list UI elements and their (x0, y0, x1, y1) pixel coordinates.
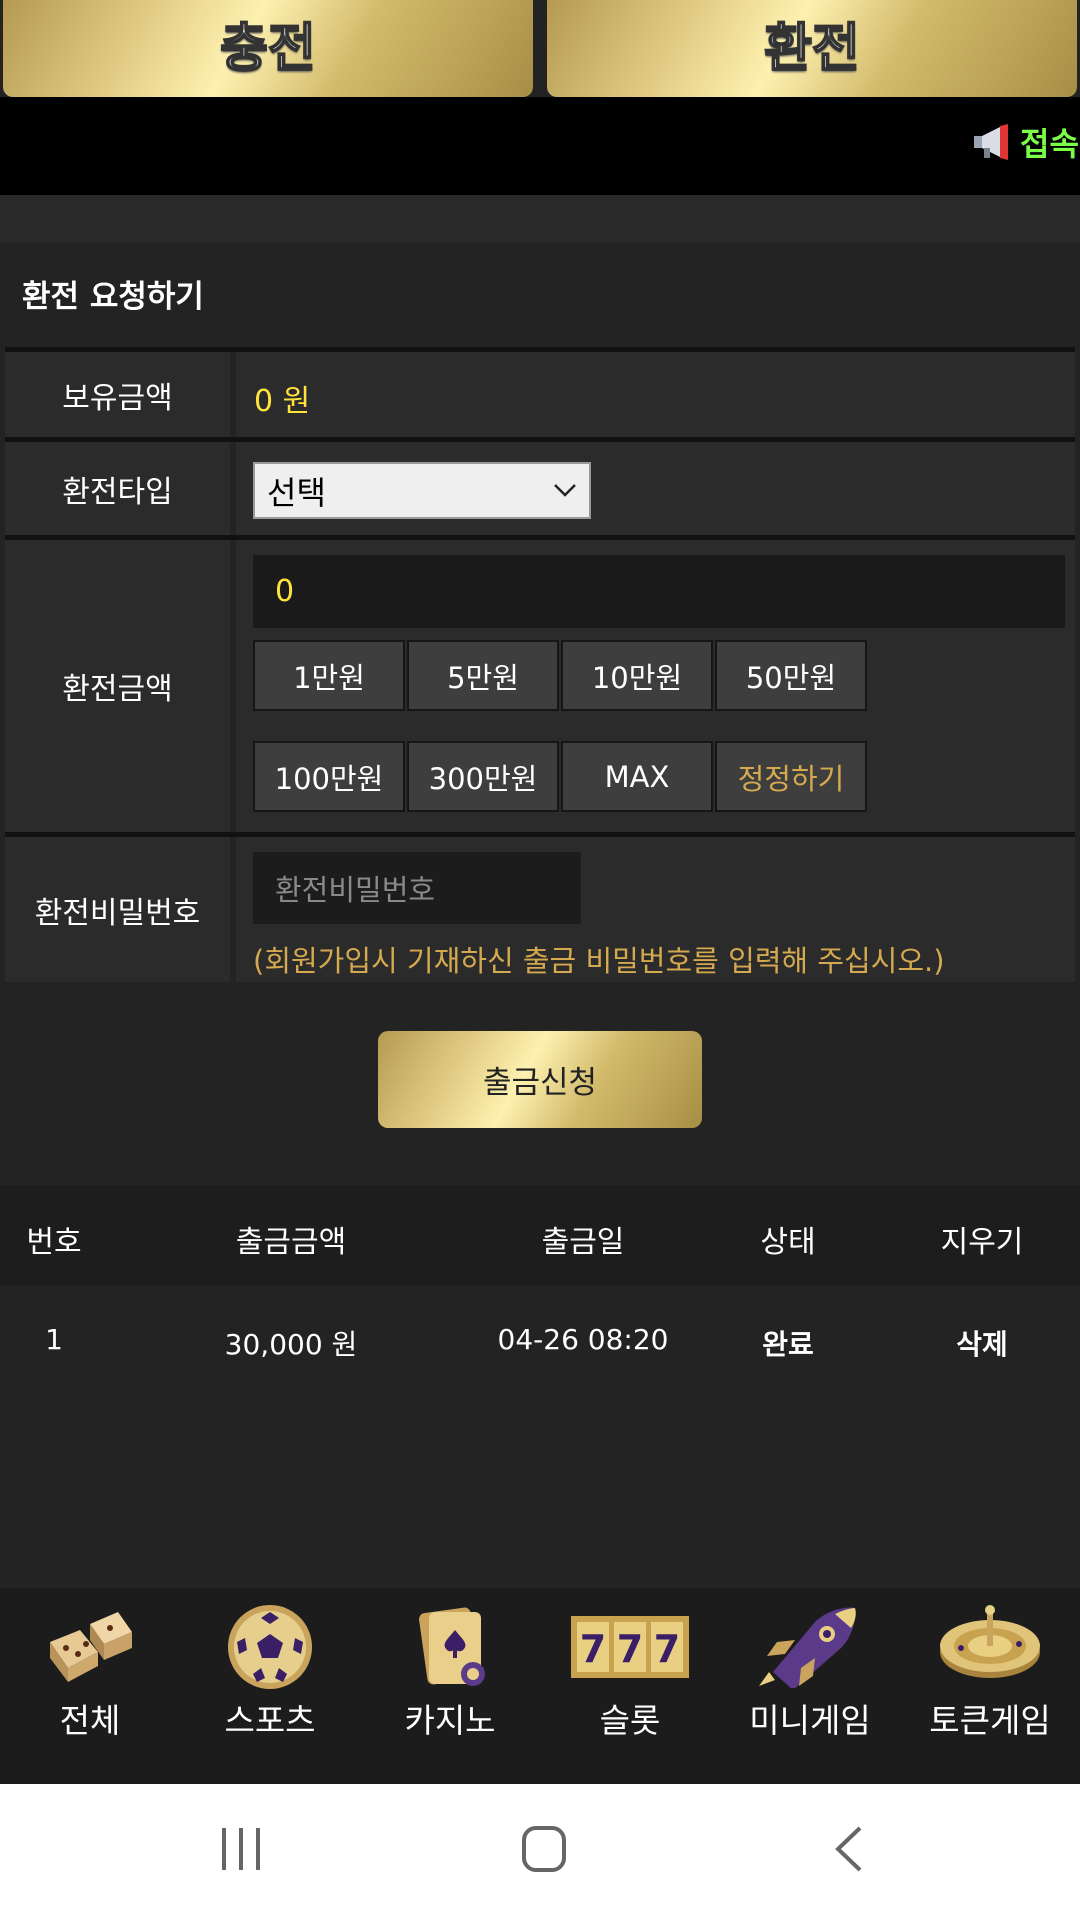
nav-sports[interactable]: 스포츠 (180, 1588, 360, 1784)
recent-apps-icon[interactable] (218, 1824, 264, 1874)
nav-minigame[interactable]: 미니게임 (720, 1588, 900, 1784)
balance-value: 0 원 (254, 384, 311, 419)
exchange-password-row: 환전비밀번호 환전비밀번호 (회원가입시 기재하신 출금 비밀번호를 입력해 주… (5, 832, 1075, 982)
chip-1m-button[interactable]: 100만원 (253, 741, 405, 812)
nav-token-game[interactable]: 토큰게임 (900, 1588, 1080, 1784)
exchange-type-label: 환전타입 (5, 442, 230, 535)
password-hint: (회원가입시 기재하신 출금 비밀번호를 입력해 주십시오.) (253, 944, 945, 978)
row-status: 완료 (762, 1328, 814, 1361)
notice-marquee: 접속 (0, 97, 1080, 195)
nav-all[interactable]: 전체 (0, 1588, 180, 1784)
rocket-icon (759, 1607, 856, 1688)
exchange-amount-row: 환전금액 0 1만원 5만원 10만원 50만원 100만원 300만원 MAX… (5, 535, 1075, 832)
header-status: 상태 (760, 1225, 816, 1260)
tab-charge[interactable]: 충전 (3, 0, 533, 97)
nav-sports-label: 스포츠 (224, 1701, 316, 1740)
row-date: 04-26 08:20 (497, 1323, 669, 1356)
system-navigation-bar (0, 1784, 1080, 1920)
exchange-type-selected: 선택 (267, 473, 326, 512)
back-icon[interactable] (830, 1824, 866, 1874)
row-number: 1 (45, 1323, 63, 1356)
chip-50k-button[interactable]: 5만원 (407, 640, 559, 711)
row-amount: 30,000 원 (224, 1328, 358, 1361)
withdraw-request-button[interactable]: 출금신청 (378, 1031, 702, 1128)
header-number: 번호 (26, 1225, 82, 1260)
exchange-amount-label: 환전금액 (5, 540, 230, 832)
home-icon[interactable] (520, 1824, 568, 1874)
tab-exchange[interactable]: 환전 (547, 0, 1077, 97)
soccer-ball-icon (228, 1605, 312, 1689)
svg-text:7: 7 (654, 1627, 680, 1671)
chip-500k-button[interactable]: 50만원 (715, 640, 867, 711)
chevron-down-icon (554, 484, 576, 497)
reset-amount-button[interactable]: 정정하기 (715, 741, 867, 812)
bottom-nav: 전체 스포츠 카지노 7 7 7 슬롯 미니게임 토큰게임 (0, 1588, 1080, 1784)
nav-token-game-label: 토큰게임 (929, 1701, 1051, 1740)
nav-slot[interactable]: 7 7 7 슬롯 (540, 1588, 720, 1784)
svg-text:7: 7 (617, 1627, 643, 1671)
nav-casino[interactable]: 카지노 (360, 1588, 540, 1784)
svg-text:7: 7 (580, 1627, 606, 1671)
chip-100k-button[interactable]: 10만원 (561, 640, 713, 711)
password-input[interactable]: 환전비밀번호 (253, 852, 581, 924)
top-tabs: 충전 환전 (0, 0, 1080, 97)
chip-3m-button[interactable]: 300만원 (407, 741, 559, 812)
header-amount: 출금금액 (235, 1225, 347, 1260)
dice-icon (50, 1612, 132, 1682)
balance-row: 보유금액 0 원 (5, 347, 1075, 437)
chip-max-button[interactable]: MAX (561, 741, 713, 812)
roulette-icon (940, 1605, 1040, 1678)
amount-input[interactable]: 0 (253, 555, 1065, 628)
slot-777-icon: 7 7 7 (571, 1616, 689, 1678)
balance-label: 보유금액 (5, 352, 230, 437)
exchange-type-row: 환전타입 선택 (5, 437, 1075, 535)
history-table-header: 번호 출금금액 출금일 상태 지우기 (0, 1185, 1080, 1285)
header-date: 출금일 (541, 1225, 625, 1260)
nav-casino-label: 카지노 (404, 1701, 496, 1740)
row-delete-button[interactable]: 삭제 (956, 1323, 1008, 1363)
nav-minigame-label: 미니게임 (749, 1701, 871, 1740)
exchange-password-label: 환전비밀번호 (5, 837, 230, 982)
megaphone-icon (974, 124, 1008, 160)
divider-band (0, 195, 1080, 243)
header-delete: 지우기 (940, 1225, 1024, 1260)
chip-10k-button[interactable]: 1만원 (253, 640, 405, 711)
section-title: 환전 요청하기 (0, 243, 1080, 343)
notice-text: 접속 (1020, 125, 1079, 163)
playing-cards-icon (419, 1607, 485, 1686)
nav-all-label: 전체 (59, 1701, 121, 1740)
nav-slot-label: 슬롯 (599, 1701, 661, 1740)
table-row: 1 30,000 원 04-26 08:20 완료 삭제 (0, 1285, 1080, 1385)
exchange-type-select[interactable]: 선택 (253, 462, 591, 519)
